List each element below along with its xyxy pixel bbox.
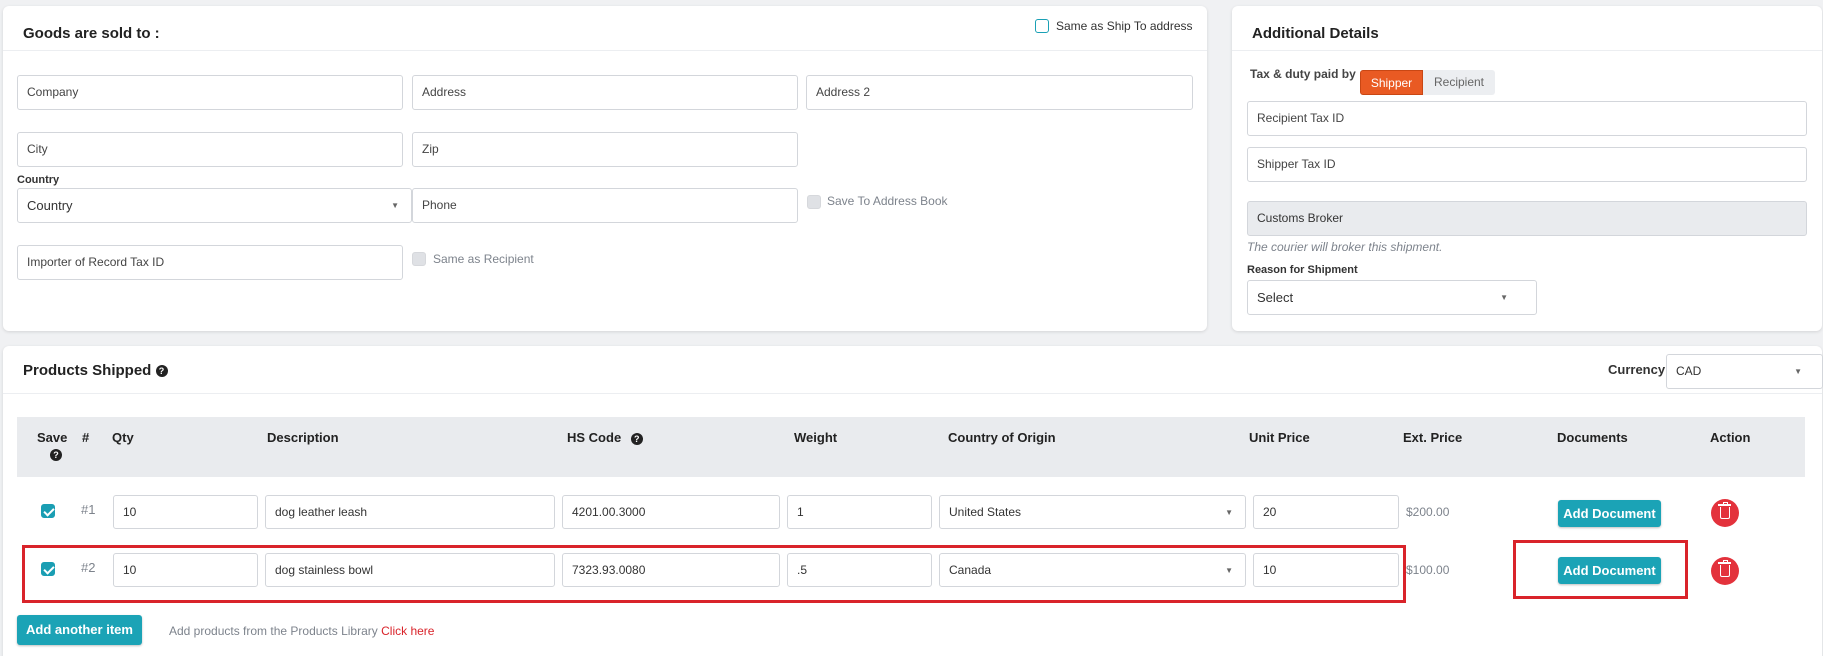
additional-details-card: Additional Details Tax & duty paid by Sh… (1232, 6, 1822, 331)
country-select[interactable]: Country ▼ (17, 188, 412, 223)
same-as-ship-label[interactable]: Same as Ship To address (1056, 19, 1193, 33)
zip-input[interactable]: Zip (412, 132, 798, 167)
products-library-label: Add products from the Products Library (169, 624, 378, 638)
hs-code-help-icon[interactable]: ? (630, 432, 643, 445)
reason-select[interactable]: Select ▼ (1247, 280, 1537, 315)
currency-label: Currency (1608, 362, 1666, 377)
shipper-toggle[interactable]: Shipper (1360, 70, 1423, 95)
col-num: # (82, 430, 90, 445)
row1-description-input[interactable]: dog leather leash (265, 495, 555, 529)
currency-select-value: CAD (1676, 364, 1702, 378)
save-address-book-label[interactable]: Save To Address Book (827, 194, 948, 208)
same-as-ship-checkbox[interactable] (1035, 19, 1049, 33)
trash-icon (1718, 502, 1731, 519)
sold-to-header: Goods are sold to : Same as Ship To addr… (3, 6, 1207, 51)
same-as-recipient-checkbox[interactable] (412, 252, 426, 266)
trash-icon (1718, 560, 1731, 577)
click-here-link[interactable]: Click here (381, 624, 434, 638)
col-documents: Documents (1557, 430, 1628, 445)
currency-select[interactable]: CAD ▼ (1666, 354, 1823, 389)
shipper-tax-id-input[interactable]: Shipper Tax ID (1247, 147, 1807, 182)
col-origin: Country of Origin (948, 430, 1056, 445)
help-icon[interactable]: ? (155, 365, 168, 378)
row2-delete-button[interactable] (1711, 557, 1739, 585)
row1-save-checkbox[interactable] (41, 504, 55, 518)
products-title-text: Products Shipped (23, 362, 152, 379)
col-ext-price: Ext. Price (1403, 430, 1463, 445)
sold-to-card: Goods are sold to : Same as Ship To addr… (3, 6, 1207, 331)
recipient-tax-id-input[interactable]: Recipient Tax ID (1247, 101, 1807, 136)
chevron-down-icon: ▼ (1794, 367, 1802, 376)
row1-unit-price-input[interactable]: 20 (1253, 495, 1399, 529)
additional-details-header: Additional Details (1232, 6, 1822, 51)
products-header: Products Shipped ? Currency (3, 346, 1822, 394)
col-qty: Qty (112, 430, 134, 445)
city-input[interactable]: City (17, 132, 403, 167)
col-action: Action (1710, 430, 1751, 445)
chevron-down-icon: ▼ (1500, 293, 1508, 302)
company-input[interactable]: Company (17, 75, 403, 110)
col-hs-code: HS Code ? (567, 430, 643, 445)
col-hs-code-label: HS Code (567, 430, 622, 445)
chevron-down-icon: ▼ (391, 201, 399, 210)
phone-input[interactable]: Phone (412, 188, 798, 223)
country-select-value: Country (27, 198, 73, 213)
address2-input[interactable]: Address 2 (806, 75, 1193, 110)
importer-tax-id-input[interactable]: Importer of Record Tax ID (17, 245, 403, 280)
sold-to-title: Goods are sold to : (23, 25, 160, 42)
reason-select-value: Select (1257, 290, 1294, 305)
tax-paid-by-label: Tax & duty paid by (1250, 67, 1356, 81)
chevron-down-icon: ▼ (1225, 508, 1233, 517)
col-unit-price: Unit Price (1249, 430, 1310, 445)
col-save-label: Save (37, 430, 68, 445)
additional-details-title: Additional Details (1252, 25, 1379, 42)
row1-number: #1 (81, 502, 96, 517)
same-as-recipient-label[interactable]: Same as Recipient (433, 252, 534, 266)
row1-delete-button[interactable] (1711, 499, 1739, 527)
add-another-item-button[interactable]: Add another item (17, 615, 142, 645)
document-highlight-box (1513, 540, 1688, 599)
row1-weight-input[interactable]: 1 (787, 495, 932, 529)
customs-broker-field: Customs Broker (1247, 201, 1807, 236)
recipient-toggle[interactable]: Recipient (1423, 70, 1495, 95)
products-title: Products Shipped ? (23, 362, 168, 379)
col-weight: Weight (794, 430, 838, 445)
row1-ext-price: $200.00 (1406, 505, 1450, 519)
products-library-text: Add products from the Products Library C… (169, 624, 434, 638)
row1-origin-value: United States (949, 505, 1022, 519)
row1-hs-code-input[interactable]: 4201.00.3000 (562, 495, 780, 529)
row2-ext-price: $100.00 (1406, 563, 1450, 577)
row1-add-document-button[interactable]: Add Document (1558, 500, 1661, 527)
row2-highlight-box (22, 545, 1406, 603)
reason-label: Reason for Shipment (1247, 264, 1358, 276)
col-description: Description (267, 430, 339, 445)
products-table-header: Save ? # Qty Description HS Code ? Weigh… (17, 417, 1805, 477)
address-input[interactable]: Address (412, 75, 798, 110)
broker-note: The courier will broker this shipment. (1247, 240, 1443, 254)
row1-qty-input[interactable]: 10 (113, 495, 258, 529)
col-save: Save (37, 430, 67, 445)
save-help-icon[interactable]: ? (50, 449, 62, 461)
row1-origin-select[interactable]: United States ▼ (939, 495, 1246, 529)
country-label: Country (17, 174, 60, 186)
save-address-book-checkbox[interactable] (807, 195, 821, 209)
